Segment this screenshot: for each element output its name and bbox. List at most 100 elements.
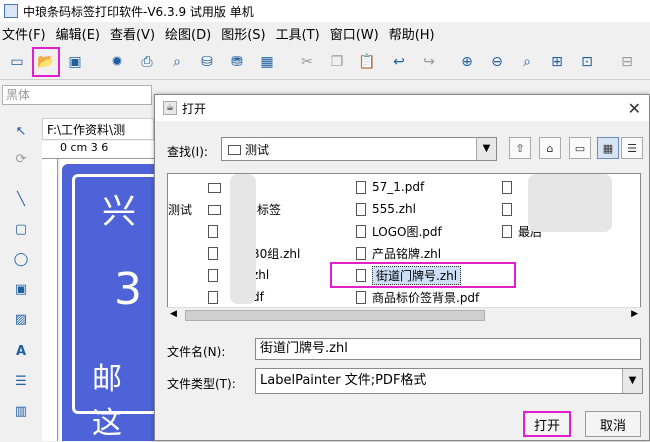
zoom-icon[interactable]: ⌕: [516, 51, 538, 73]
list-item[interactable]: [208, 178, 225, 196]
cancel-button[interactable]: 取消: [585, 411, 641, 437]
text-icon[interactable]: A: [9, 340, 33, 362]
open-icon[interactable]: 📂: [32, 47, 60, 77]
list-item[interactable]: LOGO图.pdf: [356, 222, 442, 240]
document-tab[interactable]: F:\工作资料\测: [42, 118, 154, 140]
blurred-region: [230, 174, 256, 304]
list-item[interactable]: 57_1.pdf: [356, 178, 424, 196]
sign-text-line1: 兴: [102, 192, 136, 232]
document-tab-label: F:\工作资料\测: [47, 122, 126, 137]
close-icon[interactable]: ✕: [628, 99, 641, 118]
grid-icon[interactable]: ▦: [256, 51, 278, 73]
menu-view[interactable]: 查看(V): [110, 24, 155, 43]
barcode-icon[interactable]: ▥: [9, 400, 33, 422]
rectangle-icon[interactable]: ▢: [9, 218, 33, 240]
blurred-region: [528, 174, 612, 232]
folder-icon: [208, 205, 221, 215]
print-preview-icon[interactable]: ⌕: [166, 51, 188, 73]
filetype-value: LabelPainter 文件;PDF格式: [260, 373, 427, 388]
toolbar: ▭ 📂 ▣ ✹ ⎙ ⌕ ⛁ ⛃ ▦ ✂ ❐ 📋 ↩ ↪ ⊕ ⊖ ⌕ ⊞ ⊡ ⊟: [0, 44, 650, 80]
ruler-label: 0 cm 3 6: [60, 141, 109, 154]
file-icon: [356, 202, 366, 216]
pointer-icon[interactable]: ↖: [9, 120, 33, 142]
up-folder-icon[interactable]: ⇧: [509, 137, 531, 159]
cut-icon[interactable]: ✂: [296, 51, 318, 73]
save-icon[interactable]: ▣: [64, 51, 86, 73]
sign-preview: 兴 3 邮 这: [62, 164, 162, 441]
chevron-down-icon[interactable]: ▼: [476, 138, 496, 160]
file-icon: [208, 290, 218, 304]
picture-icon[interactable]: ▨: [9, 308, 33, 330]
look-in-combo[interactable]: 测试 ▼: [221, 137, 497, 161]
vertical-ruler: [42, 159, 58, 441]
horizontal-ruler: 0 cm 3 6: [42, 141, 154, 159]
open-dialog: ☕ 打开 ✕ 查找(I): 测试 ▼ ⇧ ⌂ ▭ ▦ ☰ 测试 标签 30组.z…: [154, 94, 650, 441]
sign-text-line3: 邮 这: [92, 362, 122, 441]
scroll-right-icon[interactable]: ▶: [631, 309, 638, 319]
rich-text-icon[interactable]: ☰: [9, 370, 33, 392]
list-item[interactable]: 测试: [168, 200, 192, 218]
dialog-title-bar: ☕ 打开: [155, 95, 649, 121]
menu-help[interactable]: 帮助(H): [389, 24, 435, 43]
filetype-select[interactable]: LabelPainter 文件;PDF格式 ▼: [255, 368, 643, 394]
zoom-out-icon[interactable]: ⊖: [486, 51, 508, 73]
list-item[interactable]: 商品标价签背景.pdf: [356, 288, 479, 306]
chevron-down-icon[interactable]: ▼: [622, 369, 642, 393]
sign-text-line2: 3: [114, 264, 142, 315]
paste-icon[interactable]: 📋: [356, 51, 378, 73]
open-button[interactable]: 打开: [523, 411, 571, 437]
redo-icon[interactable]: ↪: [418, 51, 440, 73]
folder-icon: [228, 145, 241, 155]
list-view-icon[interactable]: ▦: [597, 137, 619, 159]
list-item[interactable]: [502, 178, 518, 196]
database-icon[interactable]: ⛁: [196, 51, 218, 73]
file-icon: [208, 246, 218, 260]
font-bar: 黑体: [0, 81, 155, 109]
file-icon: [356, 180, 366, 194]
dialog-title: 打开: [182, 101, 207, 116]
scroll-left-icon[interactable]: ◀: [170, 309, 177, 319]
database-settings-icon[interactable]: ⛃: [226, 51, 248, 73]
zoom-in-icon[interactable]: ⊕: [456, 51, 478, 73]
filetype-label: 文件类型(T):: [167, 377, 236, 391]
title-bar: 中琅条码标签打印软件-V6.3.9 试用版 单机: [0, 0, 650, 22]
details-view-icon[interactable]: ☰: [621, 137, 643, 159]
file-icon: [356, 290, 366, 304]
undo-icon[interactable]: ↩: [388, 51, 410, 73]
new-folder-icon[interactable]: ▭: [569, 137, 591, 159]
menu-draw[interactable]: 绘图(D): [165, 24, 211, 43]
fit-page-icon[interactable]: ⊞: [546, 51, 568, 73]
file-icon: [502, 202, 512, 216]
list-item[interactable]: 产品铭牌.zhl: [356, 244, 441, 262]
scroll-thumb[interactable]: [185, 310, 485, 321]
ellipse-icon[interactable]: ◯: [9, 248, 33, 270]
font-select[interactable]: 黑体: [2, 85, 152, 105]
menu-file[interactable]: 文件(F): [2, 24, 46, 43]
copy-icon[interactable]: ❐: [326, 51, 348, 73]
menu-window[interactable]: 窗口(W): [330, 24, 379, 43]
file-list[interactable]: 测试 标签 30组.zhl zhl df 57_1.pdf 555.zhl LO…: [167, 173, 641, 323]
line-icon[interactable]: ╲: [9, 188, 33, 210]
list-item[interactable]: 555.zhl: [356, 200, 416, 218]
horizontal-scrollbar[interactable]: ◀ ▶: [167, 307, 641, 323]
list-item[interactable]: [208, 222, 224, 240]
image-icon[interactable]: ▣: [9, 278, 33, 300]
file-icon: [356, 224, 366, 238]
app-icon: [4, 4, 18, 18]
selection-highlight-box: [330, 262, 516, 288]
settings-icon[interactable]: ✹: [106, 51, 128, 73]
menu-edit[interactable]: 编辑(E): [56, 24, 100, 43]
rotate-icon[interactable]: ⟳: [9, 148, 33, 170]
actual-size-icon[interactable]: ⊡: [576, 51, 598, 73]
new-icon[interactable]: ▭: [6, 51, 28, 73]
list-item[interactable]: [502, 200, 518, 218]
menu-tools[interactable]: 工具(T): [276, 24, 320, 43]
menu-bar: 文件(F) 编辑(E) 查看(V) 绘图(D) 图形(S) 工具(T) 窗口(W…: [0, 22, 650, 44]
home-icon[interactable]: ⌂: [539, 137, 561, 159]
filename-input[interactable]: 街道门牌号.zhl: [255, 338, 641, 360]
file-icon: [502, 224, 512, 238]
left-toolbox: ↖ ⟳ ╲ ▢ ◯ ▣ ▨ A ☰ ▥: [0, 115, 40, 441]
print-icon[interactable]: ⎙: [136, 51, 158, 73]
align-icon[interactable]: ⊟: [616, 51, 638, 73]
menu-shape[interactable]: 图形(S): [221, 24, 265, 43]
